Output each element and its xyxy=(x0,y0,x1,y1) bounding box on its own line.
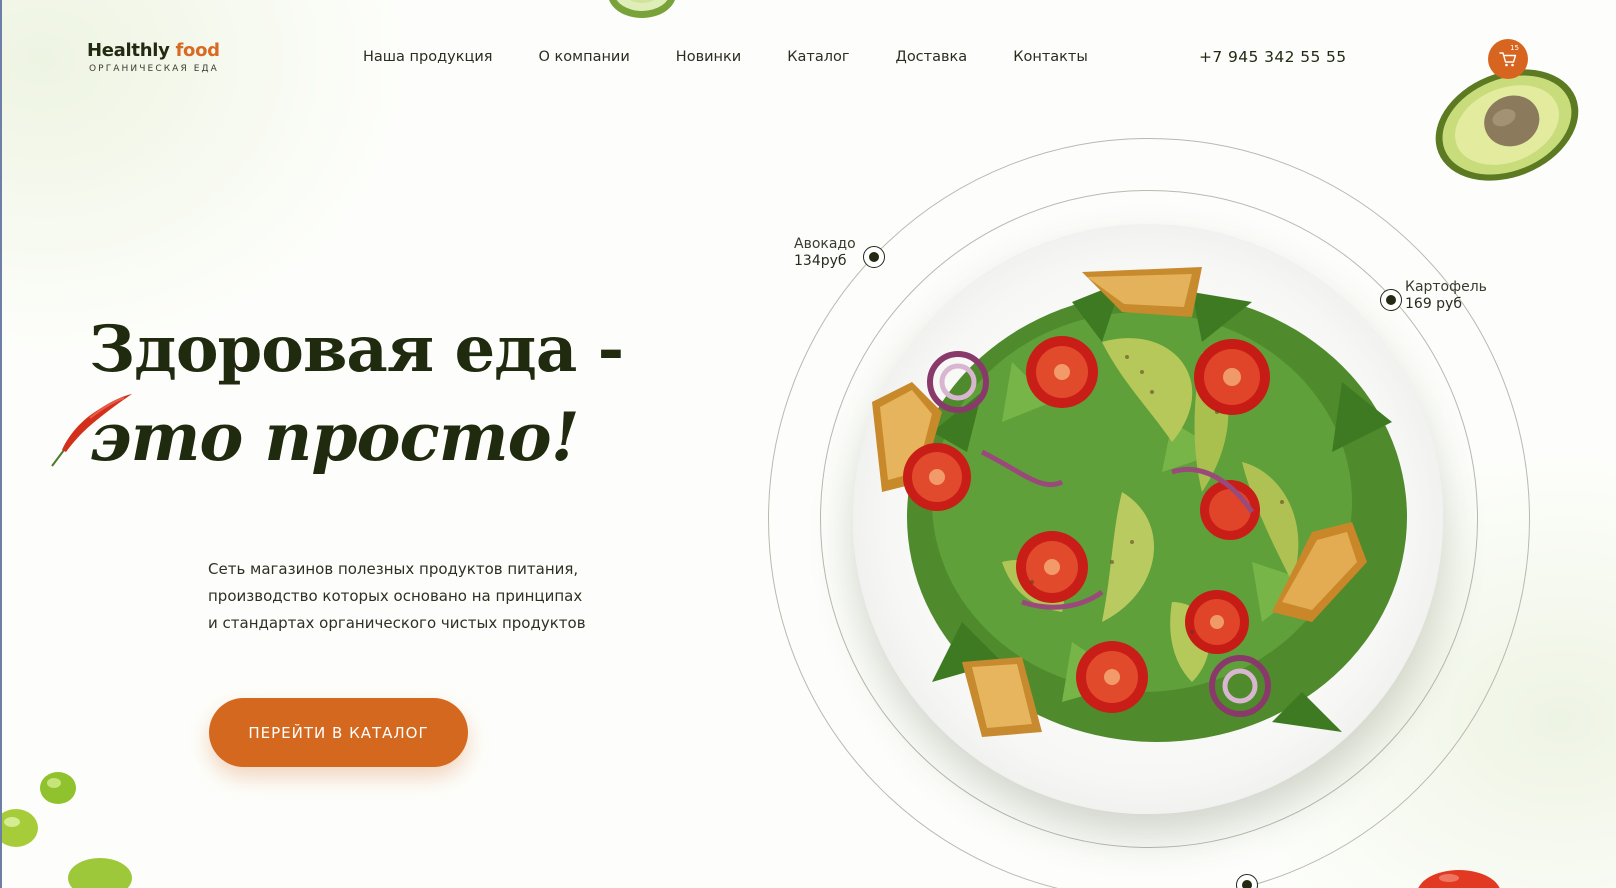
cart-count-badge: 15 xyxy=(1510,44,1519,52)
hotspot-avocado-price: 134руб xyxy=(794,253,847,269)
hotspot-avocado-name: Авокадо xyxy=(794,236,856,252)
hotspot-avocado-label: Авокадо 134руб xyxy=(794,236,856,270)
page: Healthly food ОРГАНИЧЕСКАЯ ЕДА Наша прод… xyxy=(0,0,1616,888)
hero-title-line1: Здоровая еда - xyxy=(89,312,624,387)
green-peas-decoration xyxy=(2,772,132,888)
hero-description: Сеть магазинов полезных продуктов питани… xyxy=(208,556,608,637)
hero-description-line: и стандартах органического чистых продук… xyxy=(208,614,586,632)
salad-image xyxy=(872,267,1407,742)
hero-description-line: производство которых основано на принцип… xyxy=(208,587,583,605)
cart-button[interactable]: 15 xyxy=(1488,39,1528,79)
catalog-cta-button[interactable]: ПЕРЕЙТИ В КАТАЛОГ xyxy=(209,698,468,767)
cart-icon xyxy=(1499,52,1517,67)
nav-item-products[interactable]: Наша продукция xyxy=(363,49,493,65)
brand-name-main: Healthly xyxy=(87,40,170,61)
nav-item-about[interactable]: О компании xyxy=(539,49,630,65)
hotspot-potato-name: Картофель xyxy=(1405,279,1487,295)
nav-item-catalog[interactable]: Каталог xyxy=(787,49,849,65)
hotspot-potato-price: 169 руб xyxy=(1405,296,1462,312)
tomato-decoration xyxy=(1418,870,1500,888)
hotspot-avocado[interactable] xyxy=(863,246,885,268)
brand-tagline: ОРГАНИЧЕСКАЯ ЕДА xyxy=(89,64,219,74)
hero-title: Здоровая еда - это просто! xyxy=(89,312,624,476)
hero-title-line2: это просто! xyxy=(89,398,580,476)
hotspot-potato-label: Картофель 169 руб xyxy=(1405,279,1487,313)
nav-item-delivery[interactable]: Доставка xyxy=(895,49,967,65)
hotspot-potato[interactable] xyxy=(1380,289,1402,311)
brand-logo[interactable]: Healthly food ОРГАНИЧЕСКАЯ ЕДА xyxy=(87,40,220,74)
phone-number[interactable]: +7 945 342 55 55 xyxy=(1199,48,1347,66)
brand-name: Healthly food xyxy=(87,40,220,61)
nav-item-new[interactable]: Новинки xyxy=(676,49,741,65)
tomato xyxy=(1026,336,1098,408)
main-nav: Наша продукция О компании Новинки Катало… xyxy=(363,49,1134,65)
brand-name-accent: food xyxy=(175,40,220,61)
cucumber-decoration xyxy=(609,0,675,18)
nav-item-contacts[interactable]: Контакты xyxy=(1013,49,1088,65)
hero-description-line: Сеть магазинов полезных продуктов питани… xyxy=(208,560,579,578)
